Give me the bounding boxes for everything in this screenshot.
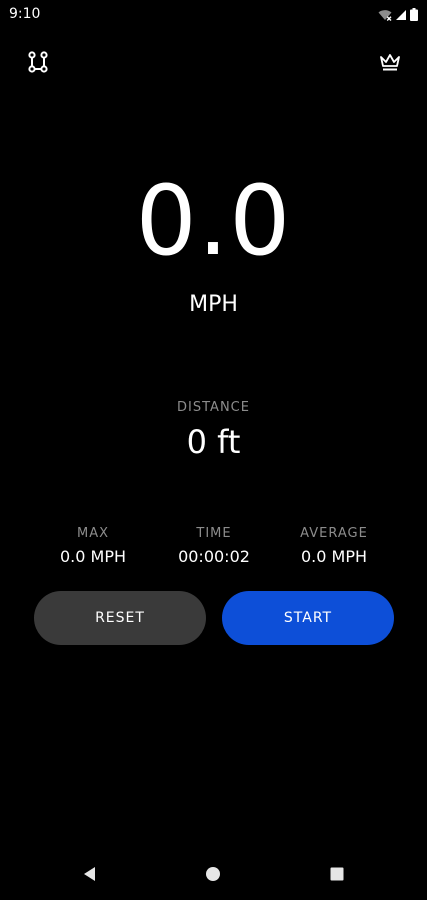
stat-max: MAX 0.0 MPH: [28, 526, 158, 566]
reset-button-label: RESET: [95, 610, 145, 626]
stat-average: AVERAGE 0.0 MPH: [269, 526, 399, 566]
start-button[interactable]: START: [222, 591, 394, 645]
wifi-icon: [378, 6, 392, 25]
stat-average-label: AVERAGE: [300, 526, 368, 541]
crown-icon[interactable]: [378, 50, 402, 74]
home-icon[interactable]: [203, 864, 223, 884]
stat-time: TIME 00:00:02: [149, 526, 279, 566]
signal-icon: [395, 6, 407, 25]
stat-max-value: 0.0 MPH: [59, 547, 126, 566]
stat-time-label: TIME: [196, 526, 232, 541]
recents-icon[interactable]: [327, 864, 347, 884]
stat-average-value: 0.0 MPH: [300, 547, 367, 566]
start-button-label: START: [283, 610, 333, 626]
navigation-bar: [0, 850, 427, 900]
battery-icon: [410, 6, 418, 25]
status-bar: 9:10: [0, 0, 427, 28]
route-icon[interactable]: [26, 50, 50, 74]
status-icons: [378, 6, 418, 25]
back-icon[interactable]: [80, 864, 100, 884]
speed-unit: MPH: [189, 292, 238, 317]
distance-label: DISTANCE: [177, 400, 250, 415]
stat-max-label: MAX: [76, 526, 109, 541]
reset-button[interactable]: RESET: [34, 591, 206, 645]
distance-value: 0 ft: [186, 423, 241, 461]
speed-value: 0.0: [135, 165, 292, 277]
status-time: 9:10: [9, 6, 41, 22]
stat-time-value: 00:00:02: [178, 547, 250, 566]
